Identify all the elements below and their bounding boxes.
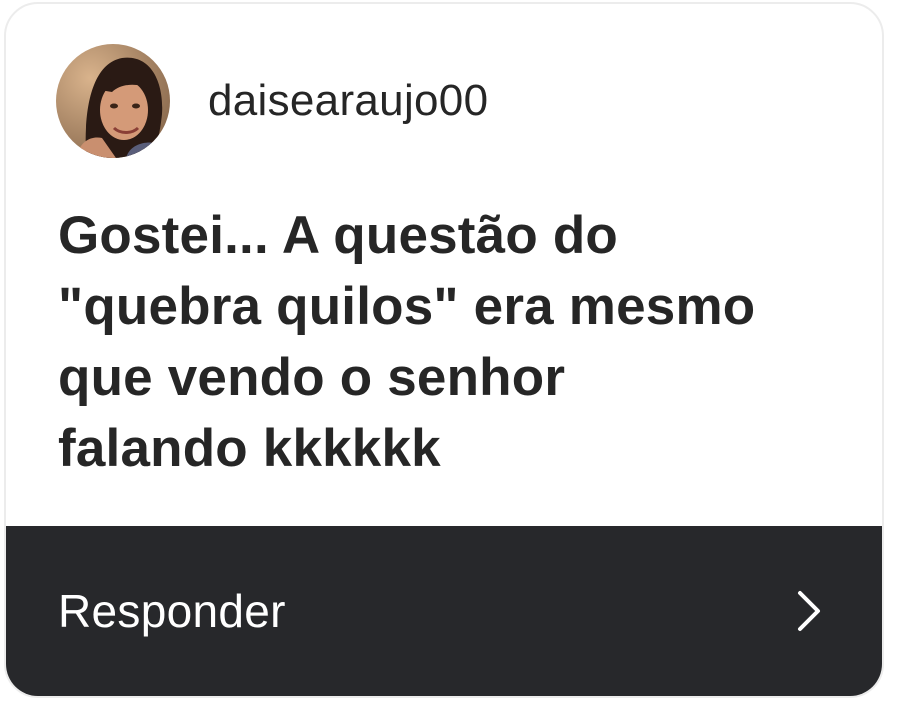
- reply-button[interactable]: Responder: [6, 526, 882, 696]
- chevron-right-icon: [798, 591, 820, 631]
- username[interactable]: daisearaujo00: [208, 76, 488, 126]
- comment-line: que vendo o senhor: [58, 348, 566, 407]
- avatar[interactable]: [56, 44, 170, 158]
- comment-line: "quebra quilos" era mesmo: [58, 277, 756, 336]
- comment-line: falando kkkkkk: [58, 419, 441, 478]
- comment-line: Gostei... A questão do: [58, 206, 618, 265]
- reply-button-label: Responder: [58, 585, 286, 637]
- comment-text: Gostei... A questão do "quebra quilos" e…: [58, 200, 858, 484]
- comment-card: daisearaujo00 Gostei... A questão do "qu…: [4, 2, 884, 698]
- comment-header: daisearaujo00: [56, 42, 488, 160]
- avatar-image: [56, 44, 170, 158]
